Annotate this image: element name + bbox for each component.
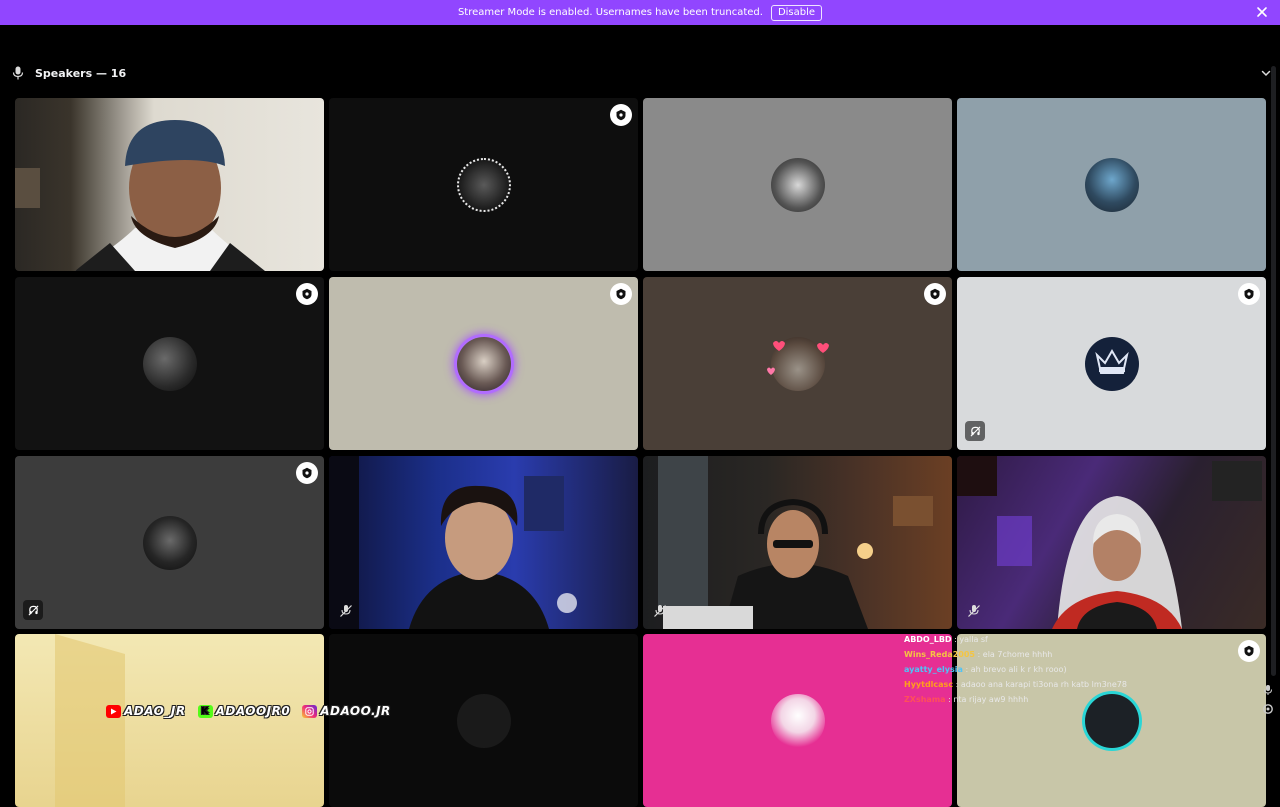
youtube-icon	[106, 704, 121, 718]
participant-tile[interactable]	[643, 98, 952, 271]
chat-message: ABDO_LBD : yalla sf	[904, 635, 988, 644]
chat-message: ayatty_elysia : ah brevo ali k r kh rooo…	[904, 665, 1067, 674]
participant-video-tile[interactable]	[15, 634, 324, 807]
participant-tile[interactable]	[957, 98, 1266, 271]
muted-icon	[340, 605, 352, 617]
avatar	[457, 694, 511, 748]
camera-feed	[658, 456, 933, 629]
participant-video-tile[interactable]	[643, 456, 952, 629]
camera-feed	[957, 456, 1262, 629]
moderator-badge-icon	[296, 462, 318, 484]
social-handles-overlay: ADAO_JR K ADAOOJR0 ADAOO.JR	[106, 702, 391, 720]
streamer-mode-banner: Streamer Mode is enabled. Usernames have…	[0, 0, 1280, 25]
heart-stickers-icon	[767, 341, 829, 375]
participant-tile[interactable]	[957, 277, 1266, 450]
muted-icon	[654, 605, 666, 617]
chat-message: Wins_Reda2005 : ela 7chome hhhh	[904, 650, 1053, 659]
streamer-mode-message: Streamer Mode is enabled. Usernames have…	[457, 7, 763, 18]
participant-tile[interactable]	[15, 277, 324, 450]
microphone-icon	[12, 66, 24, 80]
participant-video-tile[interactable]	[329, 456, 638, 629]
disable-streamer-mode-button[interactable]: Disable	[770, 4, 823, 21]
participant-tile[interactable]	[329, 277, 638, 450]
social-instagram: ADAOO.JR	[302, 704, 391, 718]
participant-tile[interactable]	[15, 456, 324, 629]
close-icon[interactable]	[1254, 4, 1270, 20]
speaking-avatar	[457, 337, 511, 391]
chat-text: ah brevo ali k r kh rooo)	[970, 665, 1067, 674]
participant-tile[interactable]	[329, 98, 638, 271]
moderator-badge-icon	[610, 283, 632, 305]
instagram-icon	[302, 704, 318, 718]
chat-username: ABDO_LBD	[904, 635, 952, 644]
chat-message: Hyytdlcasc : adaoo ana karapi ti3ona rh …	[904, 680, 1127, 689]
social-youtube: ADAO_JR	[106, 704, 186, 718]
participant-tile[interactable]	[329, 634, 638, 807]
settings-icon[interactable]	[1262, 703, 1274, 715]
speakers-section-header[interactable]: Speakers — 16	[12, 64, 1272, 82]
social-handle: ADAOO.JR	[320, 704, 391, 718]
moderator-badge-icon	[1238, 283, 1260, 305]
avatar	[143, 516, 197, 570]
microphone-icon[interactable]	[1262, 684, 1274, 696]
social-handle: ADAO_JR	[124, 704, 186, 718]
participant-tile[interactable]	[643, 277, 952, 450]
chat-text: nta rijay aw9 hhhh	[953, 695, 1029, 704]
avatar	[1085, 337, 1139, 391]
moderator-badge-icon	[296, 283, 318, 305]
chat-username: ayatty_elysia	[904, 665, 963, 674]
social-handle: ADAOOJR0	[215, 704, 291, 718]
chat-username: Hyytdlcasc	[904, 680, 954, 689]
stream-chat-overlay: ABDO_LBD : yalla sf Wins_Reda2005 : ela …	[904, 632, 1194, 707]
camera-feed	[15, 120, 265, 271]
chat-username: Wins_Reda2005	[904, 650, 975, 659]
social-kick: K ADAOOJR0	[197, 704, 291, 718]
participant-video-tile[interactable]	[957, 456, 1266, 629]
participant-video-tile[interactable]	[15, 98, 324, 271]
chat-username: ZXshama	[904, 695, 946, 704]
moderator-badge-icon	[924, 283, 946, 305]
moderator-badge-icon	[1238, 640, 1260, 662]
chat-text: yalla sf	[959, 635, 988, 644]
chat-text: adaoo ana karapi ti3ona rh katb lm3ne78	[960, 680, 1127, 689]
avatar	[143, 337, 197, 391]
muted-icon	[968, 605, 980, 617]
kick-icon: K	[197, 704, 213, 718]
avatar	[771, 158, 825, 212]
speakers-count-title: Speakers — 16	[35, 66, 127, 80]
avatar	[1085, 158, 1139, 212]
deafened-icon	[965, 421, 985, 441]
moderator-badge-icon	[610, 104, 632, 126]
camera-feed	[329, 456, 577, 629]
chat-message: ZXshama : nta rijay aw9 hhhh	[904, 695, 1029, 704]
chat-text: ela 7chome hhhh	[982, 650, 1053, 659]
camera-feed	[55, 634, 125, 807]
avatar	[457, 158, 511, 212]
scrollbar[interactable]	[1271, 66, 1276, 676]
avatar	[771, 694, 825, 748]
deafened-icon	[23, 600, 43, 620]
